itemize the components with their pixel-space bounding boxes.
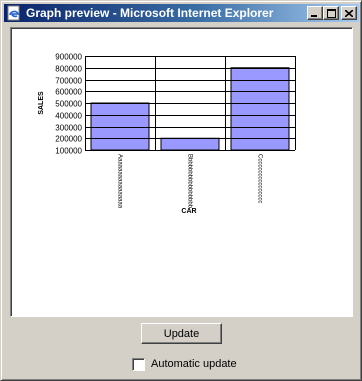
maximize-icon [326, 8, 336, 18]
automatic-update-checkbox[interactable] [132, 357, 145, 371]
y-tick-label: 600000 [55, 88, 82, 97]
y-tick-label: 500000 [55, 100, 82, 109]
x-tick-label: Aaaaaaaaaaaaaaaa [116, 154, 122, 209]
y-tick-label: 700000 [55, 77, 82, 86]
window-title: Graph preview - Microsoft Internet Explo… [26, 6, 274, 20]
minimize-icon [311, 15, 317, 17]
y-tick-label: 400000 [55, 112, 82, 121]
x-tick-label: Bbbbbbbbbbbbbbbb [186, 154, 192, 209]
browser-window: Graph preview - Microsoft Internet Explo… [0, 0, 362, 381]
x-axis-label: CAR [181, 208, 196, 215]
y-tick-label: 900000 [55, 53, 82, 62]
minimize-button[interactable] [307, 6, 323, 20]
update-button[interactable]: Update [141, 323, 222, 344]
ie-page-icon [6, 5, 22, 21]
automatic-update-row: Automatic update [132, 357, 237, 371]
graph-preview-area: 900000 800000 700000 600000 500000 400000 3000… [10, 27, 353, 317]
close-button[interactable] [341, 6, 357, 20]
y-axis-label: SALES [38, 91, 45, 115]
y-tick-label: 300000 [55, 124, 82, 133]
maximize-button[interactable] [323, 6, 339, 20]
bar-1 [90, 102, 150, 151]
bar-2 [160, 137, 220, 151]
x-tick-label: Cccccccccccccccc [256, 154, 262, 203]
y-tick-label: 100000 [55, 147, 82, 156]
y-tick-label: 200000 [55, 135, 82, 144]
title-bar[interactable]: Graph preview - Microsoft Internet Explo… [4, 4, 359, 22]
y-tick-label: 800000 [55, 65, 82, 74]
automatic-update-label[interactable]: Automatic update [151, 358, 237, 370]
close-icon [345, 9, 353, 17]
sales-bar-chart: 900000 800000 700000 600000 500000 400000 3000… [38, 53, 296, 215]
